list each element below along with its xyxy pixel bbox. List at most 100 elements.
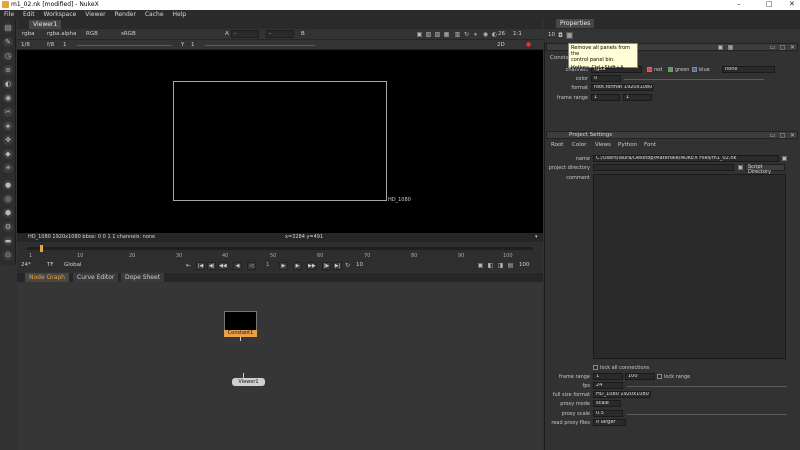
keyer-tool-icon[interactable]: ✂ xyxy=(3,107,13,117)
maximize-button[interactable]: □ xyxy=(766,0,773,8)
clip-warning-icon[interactable]: ▧ xyxy=(425,31,432,38)
panel-float-icon[interactable]: ▣ xyxy=(717,44,724,51)
other-tool-icon[interactable]: ▬ xyxy=(3,236,13,246)
record-icon[interactable]: ● xyxy=(525,41,532,48)
step-increment-field[interactable]: 10 xyxy=(354,261,365,269)
full-size-format-dropdown[interactable]: HD_1080 1920x1080 xyxy=(593,391,651,398)
project-last-frame[interactable]: 100 xyxy=(625,373,655,380)
gain-icon[interactable]: ◉ xyxy=(482,31,489,38)
channels-dropdown[interactable]: rgba xyxy=(20,30,37,38)
gamma-slider[interactable] xyxy=(205,45,315,46)
furnace-tool-icon[interactable]: ⊙ xyxy=(3,250,13,260)
refresh-icon[interactable]: ↻ xyxy=(463,31,470,38)
project-first-frame[interactable]: 1 xyxy=(593,373,623,380)
lock-icon[interactable]: ◘ xyxy=(557,32,564,39)
fps-slider[interactable] xyxy=(627,386,787,387)
proxy-mode-dropdown[interactable]: scale xyxy=(593,400,621,407)
channel-tool-icon[interactable]: ≡ xyxy=(3,65,13,75)
tab-views[interactable]: Views xyxy=(595,142,611,148)
range-lock-icon[interactable]: ▤ xyxy=(507,262,514,269)
current-frame-field[interactable]: 1 xyxy=(264,261,272,269)
tab-color[interactable]: Color xyxy=(572,142,586,148)
color-tool-icon[interactable]: ◐ xyxy=(3,79,13,89)
menu-render[interactable]: Render xyxy=(115,10,136,20)
close-button[interactable]: ✕ xyxy=(789,0,795,8)
metadata-tool-icon[interactable]: ⬢ xyxy=(3,208,13,218)
menu-edit[interactable]: Edit xyxy=(23,10,35,20)
comment-textarea[interactable] xyxy=(593,174,786,359)
minimize-button[interactable]: – xyxy=(737,0,741,8)
f-stop-value[interactable]: 1 xyxy=(61,41,69,49)
tab-dope-sheet[interactable]: Dope Sheet xyxy=(121,273,165,282)
step-forward-button[interactable]: ▶ xyxy=(293,262,302,270)
frame-range-start[interactable]: 1 xyxy=(591,94,620,101)
menu-file[interactable]: File xyxy=(4,10,14,20)
ratio-dropdown[interactable]: 1:1 xyxy=(511,30,524,38)
transform-tool-icon[interactable]: ✥ xyxy=(3,135,13,145)
roi-icon[interactable]: ▣ xyxy=(416,31,423,38)
input-a-dropdown[interactable]: - xyxy=(231,30,259,38)
timeline-track[interactable] xyxy=(27,247,533,250)
last-frame-button[interactable]: ▶| xyxy=(333,262,342,270)
play-forward-button[interactable]: ▶ xyxy=(279,262,288,270)
step-forward-increment-button[interactable]: ▶▶ xyxy=(307,262,316,270)
tab-python[interactable]: Python xyxy=(618,142,637,148)
tab-viewer1[interactable]: Viewer1 xyxy=(29,20,62,29)
in-point-icon[interactable]: ◧ xyxy=(487,262,494,269)
name-field[interactable]: C:/Users/laura/Desktop/Materiale/NUKEX F… xyxy=(593,155,779,162)
global-dropdown[interactable]: Global xyxy=(62,261,84,269)
mask-icon[interactable]: ▦ xyxy=(443,31,450,38)
deep-tool-icon[interactable]: ● xyxy=(3,180,13,190)
frame-range-end[interactable]: 1 xyxy=(623,94,652,101)
zoom-dropdown[interactable]: 26 xyxy=(496,30,507,38)
tab-node-graph[interactable]: Node Graph xyxy=(25,273,69,282)
red-checkbox[interactable] xyxy=(647,67,652,72)
menu-workspace[interactable]: Workspace xyxy=(44,10,77,20)
panel-close-icon[interactable]: ✕ xyxy=(789,44,796,51)
first-frame-button[interactable]: |◀ xyxy=(196,262,205,270)
flipbook-icon[interactable]: ▣ xyxy=(477,262,484,269)
folder-icon[interactable]: ▣ xyxy=(737,164,744,171)
panel-maximize-icon[interactable]: □ xyxy=(779,44,786,51)
loop-icon[interactable]: ↻ xyxy=(344,262,351,269)
draw-tool-icon[interactable]: ✎ xyxy=(3,37,13,47)
lock-connections-checkbox[interactable] xyxy=(593,365,598,370)
tab-curve-editor[interactable]: Curve Editor xyxy=(73,273,119,282)
info-menu-icon[interactable]: ▾ xyxy=(535,233,538,242)
max-panels-field[interactable]: 10 xyxy=(546,31,557,39)
alpha-dropdown[interactable]: rgba.alpha xyxy=(45,30,79,38)
format-dropdown[interactable]: root.format 1920x1080 xyxy=(591,84,653,91)
colorspace-dropdown[interactable]: RGB xyxy=(84,30,100,38)
fit-range-icon[interactable]: ⇤ xyxy=(185,262,192,269)
panel-settings-icon[interactable]: ▦ xyxy=(727,44,734,51)
particles-tool-icon[interactable]: ✳ xyxy=(3,163,13,173)
panel-minimize-icon[interactable]: ▭ xyxy=(769,44,776,51)
lock-range-checkbox[interactable] xyxy=(657,374,662,379)
color-slider[interactable] xyxy=(624,79,764,80)
3d-tool-icon[interactable]: ◆ xyxy=(3,149,13,159)
proxy-scale-slider[interactable] xyxy=(627,414,787,415)
alpha-channel-dropdown[interactable]: none xyxy=(722,66,775,73)
filter-tool-icon[interactable]: ◉ xyxy=(3,93,13,103)
playhead[interactable] xyxy=(40,245,43,252)
color-value-field[interactable]: 0 xyxy=(591,75,621,82)
clear-panels-icon[interactable]: ▦ xyxy=(566,32,573,39)
viewer-node[interactable]: Viewer1 xyxy=(232,378,265,386)
green-checkbox[interactable] xyxy=(668,67,673,72)
project-directory-field[interactable] xyxy=(593,164,734,171)
panel-maximize-icon[interactable]: □ xyxy=(779,132,786,139)
nodegraph-canvas[interactable] xyxy=(17,282,543,450)
end-frame-field[interactable]: 100 xyxy=(517,261,532,269)
gamma-value[interactable]: 1 xyxy=(189,41,197,49)
tab-properties[interactable]: Properties xyxy=(556,19,595,28)
fps-dropdown[interactable]: 24* xyxy=(19,261,33,269)
input-b-dropdown[interactable]: - xyxy=(266,30,294,38)
merge-tool-icon[interactable]: ◈ xyxy=(3,121,13,131)
toolsets-tool-icon[interactable]: ⚙ xyxy=(3,222,13,232)
proxy-scale-field[interactable]: 0.5 xyxy=(593,410,623,417)
out-point-icon[interactable]: ◨ xyxy=(497,262,504,269)
time-tool-icon[interactable]: ◷ xyxy=(3,51,13,61)
panel-minimize-icon[interactable]: ▭ xyxy=(769,132,776,139)
views-tool-icon[interactable]: ◎ xyxy=(3,194,13,204)
fps-field[interactable]: 24 xyxy=(593,382,623,389)
